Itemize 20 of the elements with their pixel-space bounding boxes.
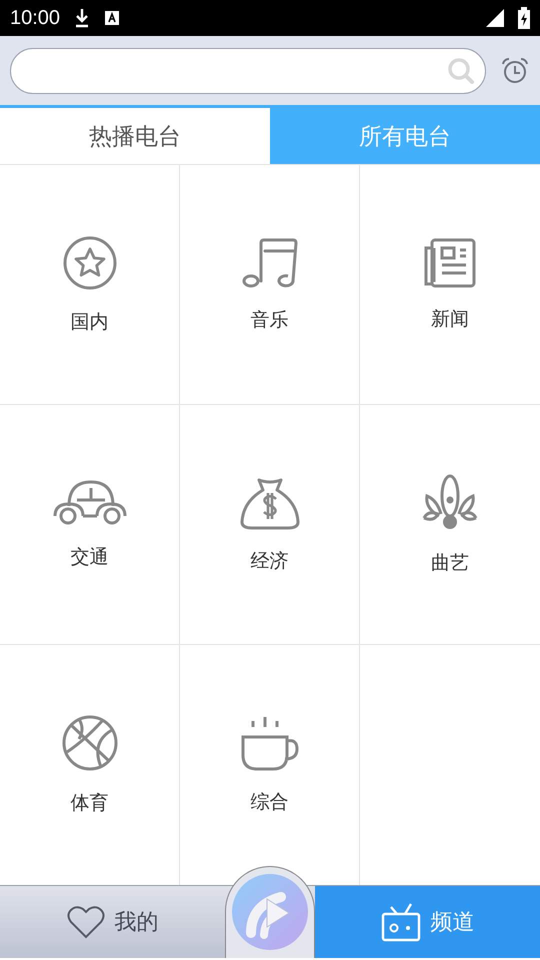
nav-tab[interactable]: 我的	[0, 886, 225, 958]
search-icon	[447, 56, 475, 84]
signal-icon	[486, 9, 504, 27]
heart-icon	[66, 905, 104, 939]
radio-icon	[380, 902, 420, 942]
coffee-cup-icon	[238, 715, 300, 771]
money-bag-icon	[238, 476, 300, 530]
newspaper-icon	[424, 238, 476, 288]
keyboard-notification-icon	[104, 10, 120, 26]
status-time: 10:00	[10, 6, 60, 30]
play-button[interactable]	[225, 866, 315, 958]
car-icon	[52, 480, 126, 526]
battery-icon	[518, 7, 530, 29]
music-note-icon	[240, 236, 298, 288]
basketball-icon	[60, 714, 118, 772]
alarm-clock-icon[interactable]	[500, 56, 530, 86]
play-logo-icon	[231, 873, 309, 951]
download-icon	[74, 8, 90, 28]
lotus-icon	[421, 474, 479, 532]
search-field[interactable]	[10, 48, 486, 94]
